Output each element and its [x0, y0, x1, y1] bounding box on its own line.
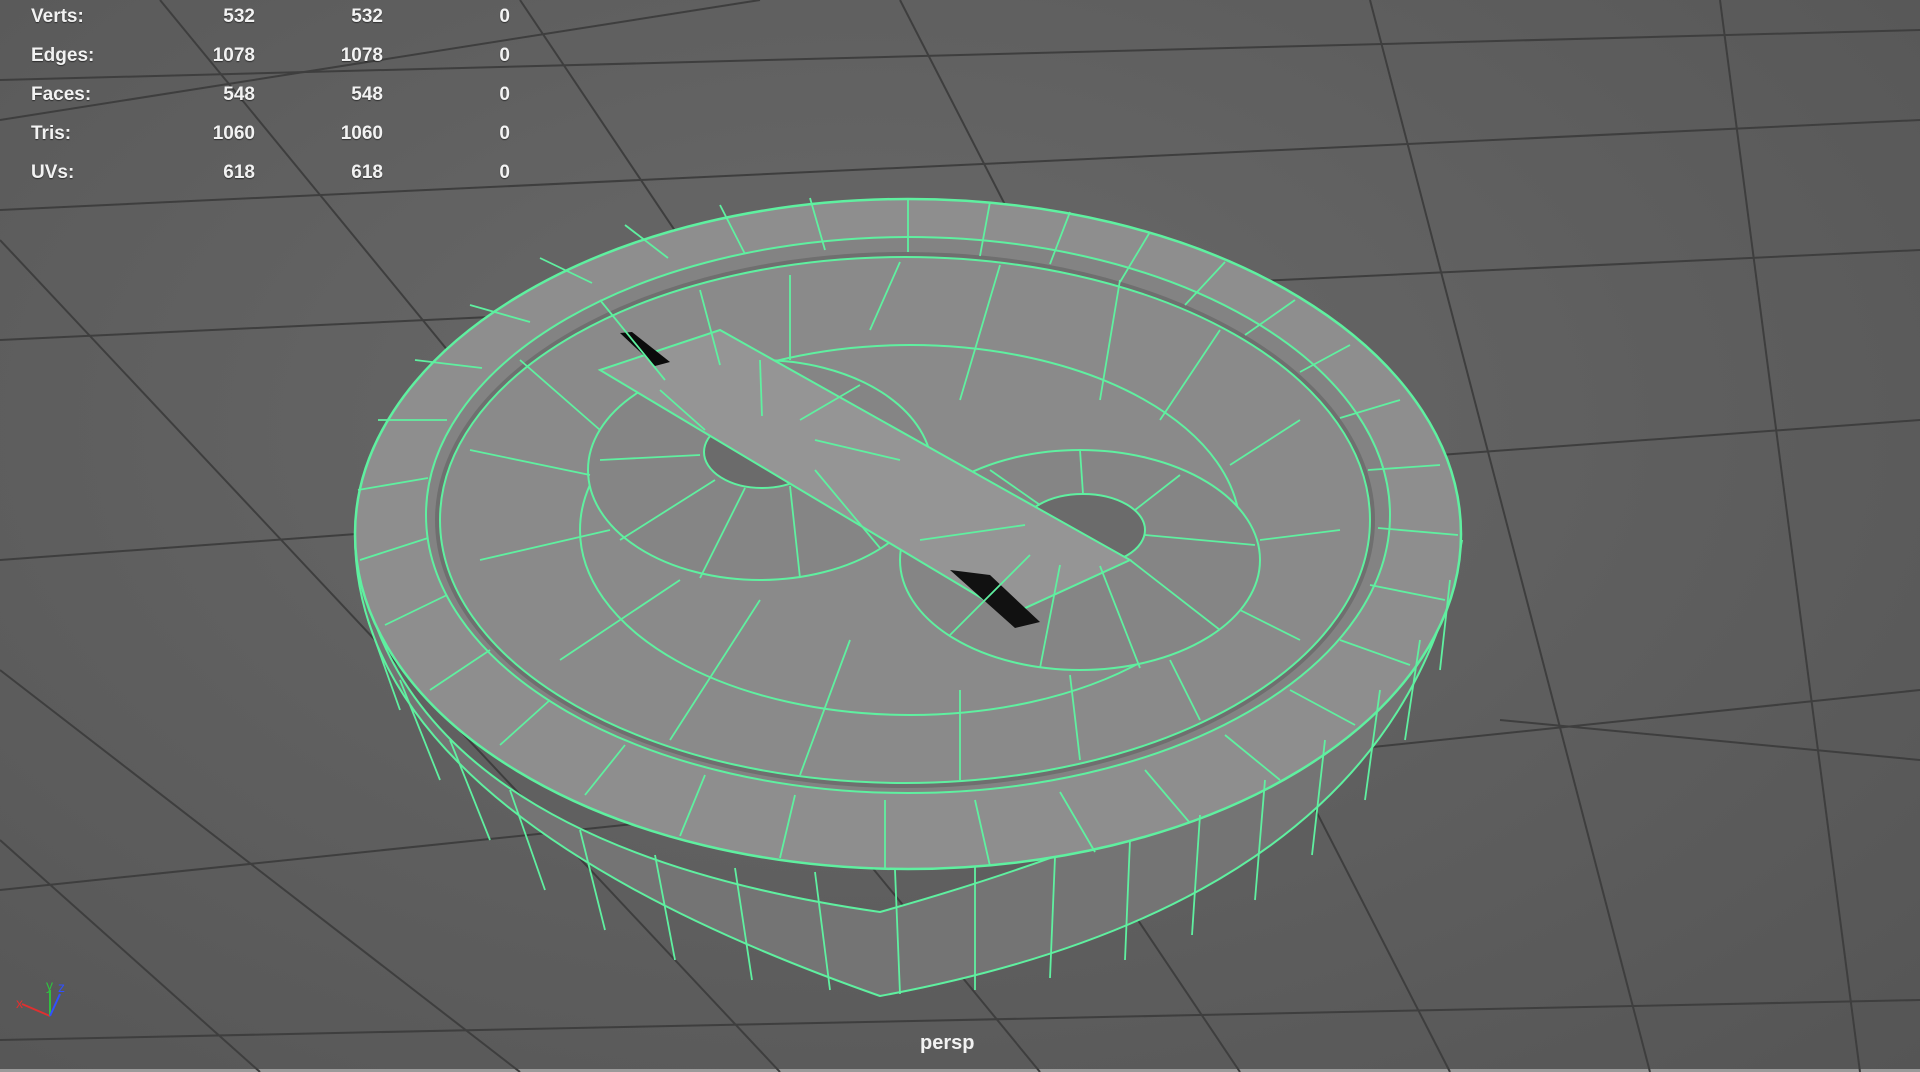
- hud-value: 532: [223, 6, 255, 27]
- axis-z-label: z: [58, 979, 65, 995]
- hud-value: 0: [499, 123, 510, 144]
- hud-value: 0: [499, 162, 510, 183]
- axis-x-label: x: [16, 995, 23, 1011]
- hud-label: Edges:: [31, 45, 95, 66]
- hud-row-faces: Faces: 548 548 0: [0, 84, 520, 114]
- hud-value: 0: [499, 84, 510, 105]
- hud-value: 1078: [212, 45, 255, 66]
- hud-row-edges: Edges: 1078 1078 0: [0, 45, 520, 75]
- hud-row-tris: Tris: 1060 1060 0: [0, 123, 520, 153]
- hud-value: 618: [351, 162, 383, 183]
- hud-label: Faces:: [31, 84, 92, 105]
- scene-3d[interactable]: x y z: [0, 0, 1920, 1072]
- hud-value: 548: [351, 84, 383, 105]
- hud-value: 0: [499, 45, 510, 66]
- hud-value: 1060: [340, 123, 383, 144]
- coin-mesh[interactable]: [353, 197, 1463, 998]
- hud-row-uvs: UVs: 618 618 0: [0, 162, 520, 192]
- hud-value: 1078: [340, 45, 383, 66]
- axis-gizmo-icon: x y z: [16, 977, 65, 1017]
- hud-row-verts: Verts: 532 532 0: [0, 6, 520, 36]
- hud-label: Verts:: [31, 6, 84, 27]
- hud-value: 1060: [212, 123, 255, 144]
- hud-value: 532: [351, 6, 383, 27]
- axis-y-label: y: [46, 977, 53, 993]
- hud-value: 618: [223, 162, 255, 183]
- hud-label: Tris:: [31, 123, 72, 144]
- hud-value: 548: [223, 84, 255, 105]
- viewport-persp[interactable]: x y z Verts: 532 532 0 Edges: 1078 1078 …: [0, 0, 1920, 1072]
- camera-name-label: persp: [920, 1032, 975, 1054]
- hud-value: 0: [499, 6, 510, 27]
- hud-label: UVs:: [31, 162, 75, 183]
